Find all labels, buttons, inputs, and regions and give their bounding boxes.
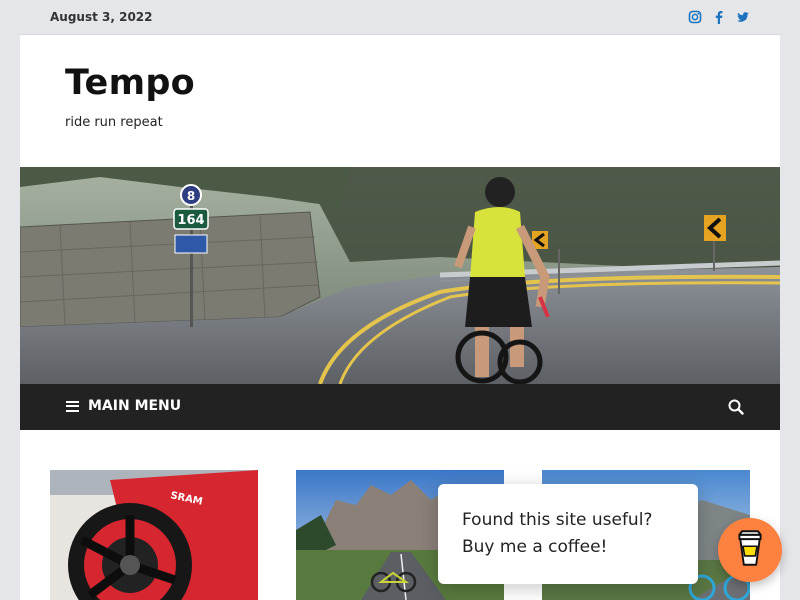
main-menu-label: MAIN MENU — [88, 398, 182, 414]
route-sign-8: 8 — [187, 189, 195, 203]
sram-rotor-photo: SRAM — [50, 470, 258, 600]
social-links — [688, 10, 750, 24]
main-navigation: MAIN MENU — [20, 384, 780, 430]
buy-me-a-coffee-button[interactable] — [718, 518, 782, 582]
twitter-icon[interactable] — [736, 10, 750, 24]
header-date: August 3, 2022 — [50, 10, 153, 24]
top-bar: August 3, 2022 — [20, 0, 780, 35]
main-menu-toggle[interactable]: MAIN MENU — [66, 398, 181, 414]
facebook-icon[interactable] — [712, 10, 726, 24]
header-image: 8 164 — [20, 167, 780, 384]
coffee-cup-icon — [735, 529, 765, 571]
popup-line-1: Found this site useful? — [462, 510, 653, 530]
route-sign-164: 164 — [177, 213, 204, 228]
popup-line-2: Buy me a coffee! — [462, 537, 608, 557]
cyclist-road-photo: 8 164 — [20, 167, 780, 384]
site-header: Tempo ride run repeat — [20, 35, 780, 167]
coffee-popup[interactable]: Found this site useful? Buy me a coffee! — [438, 484, 698, 584]
instagram-icon[interactable] — [688, 10, 702, 24]
post-thumbnail[interactable]: SRAM — [50, 470, 258, 600]
search-icon[interactable] — [728, 399, 744, 415]
site-tagline: ride run repeat — [65, 115, 163, 130]
menu-icon — [66, 400, 79, 412]
site-title[interactable]: Tempo — [65, 63, 195, 103]
